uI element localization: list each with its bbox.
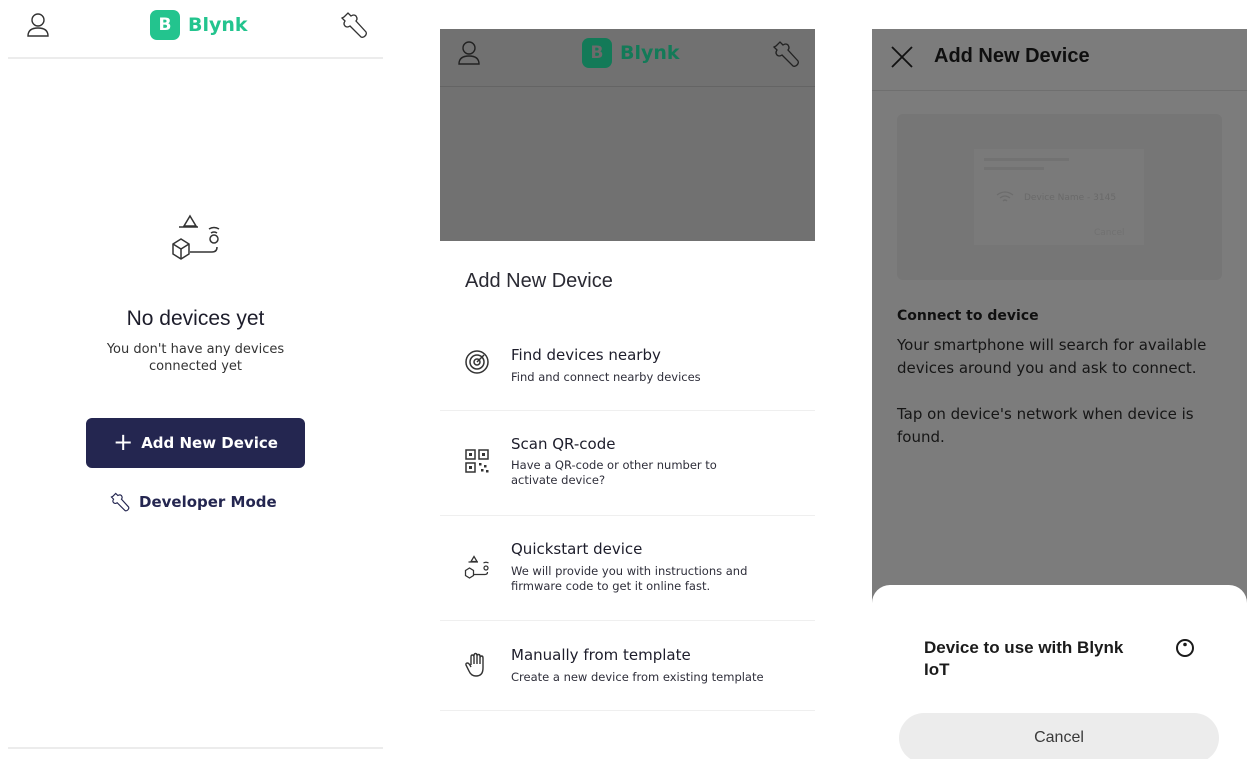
add-new-device-label: Add New Device — [141, 434, 278, 452]
option-description: Find and connect nearby devices — [511, 370, 701, 384]
connect-instructions: Your smartphone will search for availabl… — [897, 336, 1207, 377]
close-icon[interactable] — [890, 45, 914, 69]
option-title: Manually from template — [511, 646, 691, 664]
spinner-icon — [1176, 639, 1194, 657]
option-description: Create a new device from existing templa… — [511, 670, 764, 684]
screen-title: Add New Device — [934, 45, 1090, 67]
dim-overlay[interactable] — [440, 87, 815, 241]
option-title: Scan QR-code — [511, 435, 616, 453]
quickstart-illustration-icon — [172, 214, 220, 260]
connect-device-screen: Add New Device Device Name - 3145 Cancel… — [872, 29, 1247, 759]
option-find-devices-nearby[interactable]: Find devices nearby Find and connect nea… — [440, 325, 815, 410]
logo-mark: B — [150, 10, 180, 40]
plus-icon: + — [113, 427, 134, 456]
developer-mode-label: Developer Mode — [139, 493, 277, 511]
logo-mark: B — [582, 38, 612, 68]
add-device-sheet-screen: B Blynk Add New Device Find devices near… — [440, 29, 815, 759]
top-bar: B Blynk — [0, 0, 391, 58]
qr-code-icon — [465, 449, 489, 473]
option-description: Have a QR-code or other number to activa… — [511, 458, 717, 487]
wifi-icon — [996, 191, 1014, 202]
wrench-icon[interactable] — [772, 40, 800, 68]
option-title: Quickstart device — [511, 540, 643, 558]
empty-state-title: No devices yet — [126, 307, 265, 330]
logo-text: Blynk — [620, 42, 680, 64]
blynk-logo: B Blynk — [582, 38, 680, 68]
connect-illustration: Device Name - 3145 Cancel — [897, 114, 1222, 280]
option-manually-from-template[interactable]: Manually from template Create a new devi… — [440, 621, 815, 710]
profile-icon[interactable] — [457, 40, 481, 66]
option-title: Find devices nearby — [511, 346, 661, 364]
illustration-cancel: Cancel — [1094, 228, 1125, 238]
quickstart-icon — [464, 555, 489, 579]
tap-instructions: Tap on device's network when device is f… — [897, 405, 1194, 446]
header-divider — [8, 57, 383, 59]
empty-state-subtitle: You don't have any devices connected yet — [106, 342, 285, 374]
option-scan-qr-code[interactable]: Scan QR-code Have a QR-code or other num… — [440, 411, 815, 515]
sheet-title: Add New Device — [465, 270, 613, 292]
title-bar: Add New Device — [872, 29, 1247, 90]
top-bar-dimmed: B Blynk — [440, 29, 815, 86]
profile-icon[interactable] — [26, 12, 50, 38]
option-divider — [440, 710, 815, 711]
cancel-button[interactable]: Cancel — [899, 713, 1219, 759]
logo-text: Blynk — [188, 14, 248, 36]
illustration-dialog: Device Name - 3145 Cancel — [974, 149, 1144, 245]
header-divider — [872, 90, 1247, 91]
blynk-logo: B Blynk — [150, 10, 248, 40]
bottom-divider — [8, 747, 383, 749]
device-label: Device to use with Blynk IoT — [924, 638, 1124, 679]
device-picker-sheet: Device to use with Blynk IoT Cancel — [872, 585, 1247, 759]
wrench-icon — [110, 492, 130, 512]
hand-icon — [465, 652, 484, 677]
illustration-line — [984, 167, 1044, 170]
illustration-line — [984, 158, 1069, 161]
option-quickstart-device[interactable]: Quickstart device We will provide you wi… — [440, 516, 815, 620]
radar-icon — [465, 350, 489, 374]
wrench-icon[interactable] — [340, 11, 368, 39]
option-description: We will provide you with instructions an… — [511, 564, 748, 593]
add-new-device-button[interactable]: + Add New Device — [86, 418, 305, 468]
illustration-device-name: Device Name - 3145 — [1024, 193, 1117, 203]
developer-mode-link[interactable]: Developer Mode — [110, 490, 280, 514]
home-screen: B Blynk No devices yet You don't have an… — [0, 0, 391, 759]
connect-title: Connect to device — [897, 308, 1039, 324]
